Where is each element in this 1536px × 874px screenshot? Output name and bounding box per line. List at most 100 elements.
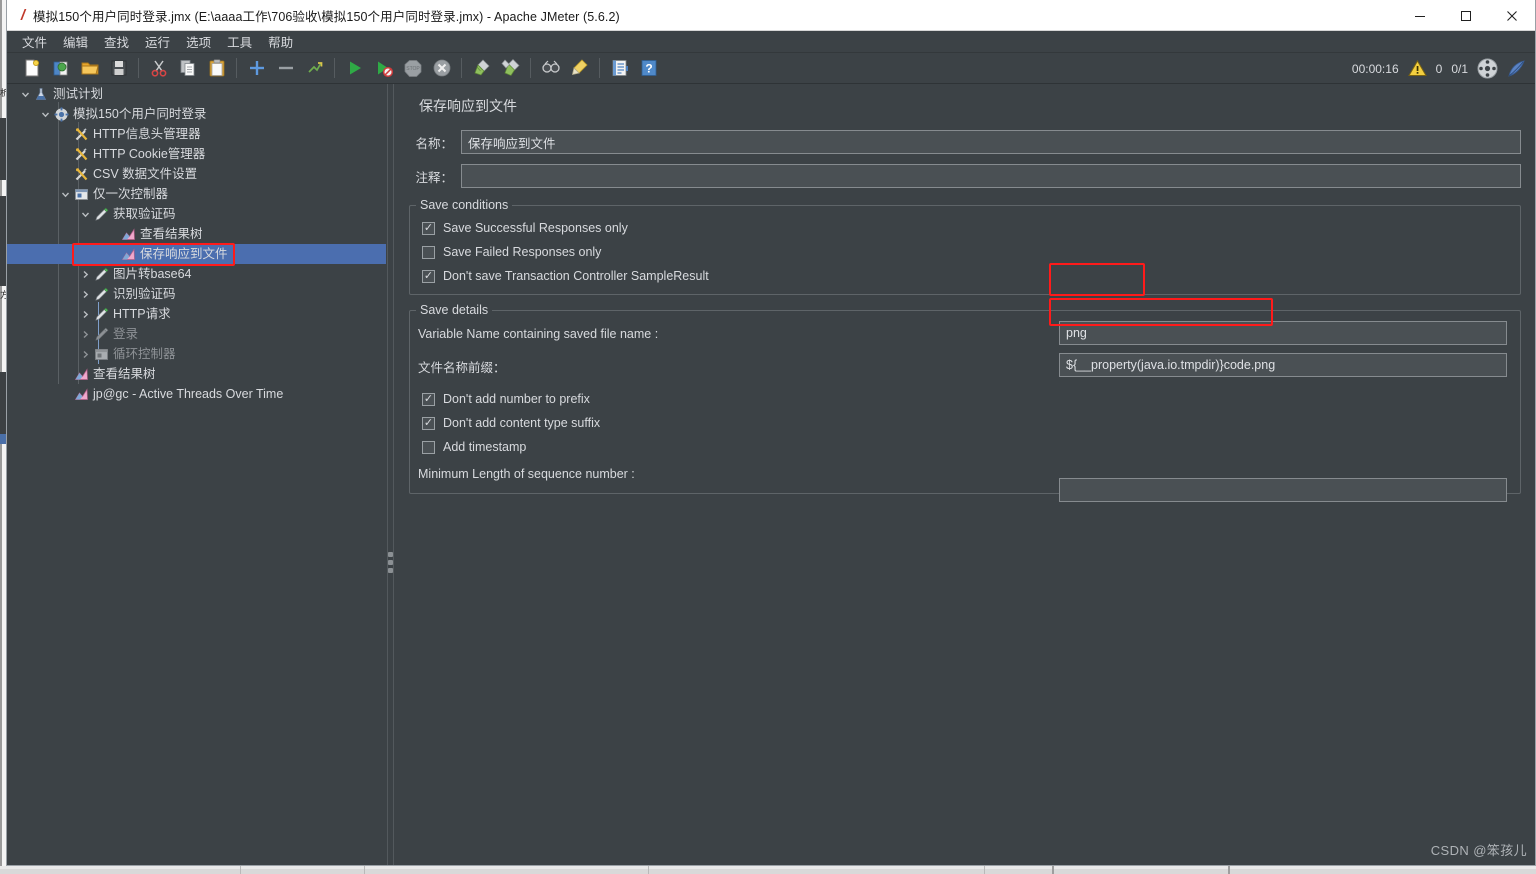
menu-run[interactable]: 运行 [138,30,177,53]
filename-prefix-input[interactable] [1059,353,1507,377]
add-timestamp-checkbox[interactable] [422,440,435,454]
save-icon[interactable] [104,55,133,81]
add-timestamp-row[interactable]: Add timestamp [410,435,1520,459]
min-length-input[interactable] [1059,478,1507,502]
tree-node-http-header-manager[interactable]: HTTP信息头管理器 [7,124,386,144]
dont-add-content-type-row[interactable]: Don't add content type suffix [410,411,1520,435]
split-divider-line-left [387,84,388,865]
chevron-down-icon[interactable] [39,108,52,121]
remote-engines-icon[interactable] [1477,58,1498,79]
stop-icon[interactable]: STOP [398,55,427,81]
split-divider-grip[interactable] [388,552,393,574]
start-no-timers-icon[interactable] [369,55,398,81]
csdn-watermark: CSDN @笨孩儿 [1430,843,1527,858]
name-label: 名称： [415,136,453,151]
dont-add-content-type-checkbox[interactable] [422,416,435,430]
menu-file[interactable]: 文件 [15,30,54,53]
paste-icon[interactable] [202,55,231,81]
page-title: 保存响应到文件 [419,98,517,114]
function-helper-icon[interactable] [605,55,634,81]
elapsed-time: 00:00:16 [1351,61,1399,76]
warning-triangle-icon[interactable] [1407,60,1427,77]
chevron-down-icon[interactable] [79,208,92,221]
tree-node-http-cookie-manager[interactable]: HTTP Cookie管理器 [7,144,386,164]
chevron-right-icon[interactable] [79,348,92,361]
toggle-icon[interactable] [300,55,329,81]
save-successful-responses-checkbox[interactable] [422,221,435,235]
jmeter-feather-small-icon[interactable] [1507,59,1527,78]
tree-node-once-only-controller[interactable]: 仅一次控制器 [7,184,386,204]
clear-all-icon[interactable] [496,55,525,81]
open-icon[interactable] [75,55,104,81]
chevron-right-icon[interactable] [79,328,92,341]
tree-node-label: 登录 [113,326,139,341]
menu-tools[interactable]: 工具 [220,30,259,53]
dont-add-number-checkbox[interactable] [422,392,435,406]
filename-prefix-field-wrap [1059,353,1507,377]
comment-label: 注释： [415,170,453,185]
shutdown-icon[interactable] [427,55,456,81]
tree-node-view-results-tree-2[interactable]: 查看结果树 [7,364,386,384]
comment-input[interactable] [461,164,1521,188]
dont-save-transaction-controller-label: Don't save Transaction Controller Sample… [443,269,709,283]
thread-group-icon [52,106,70,122]
chevron-down-icon[interactable] [59,188,72,201]
dont-save-transaction-controller-checkbox[interactable] [422,269,435,283]
templates-icon[interactable] [46,55,75,81]
filename-prefix-label: 文件名称前缀： [418,360,506,375]
tree-node-image-to-base64[interactable]: 图片转base64 [7,264,386,284]
chevron-right-icon[interactable] [79,308,92,321]
test-plan-tree[interactable]: 测试计划 模拟150个用户同时登录 HTTP信息头管理器 HTTP Cookie… [7,84,386,865]
save-successful-responses-row[interactable]: Save Successful Responses only [410,216,1520,240]
tree-node-save-responses-to-file[interactable]: 保存响应到文件 [7,244,386,264]
tree-node-active-threads-over-time[interactable]: jp@gc - Active Threads Over Time [7,384,386,404]
menu-search[interactable]: 查找 [97,30,136,53]
add-timestamp-label: Add timestamp [443,440,527,454]
save-failed-responses-row[interactable]: Save Failed Responses only [410,240,1520,264]
variable-name-field-wrap [1059,321,1507,345]
tree-node-view-results-tree-1[interactable]: 查看结果树 [7,224,386,244]
menu-edit[interactable]: 编辑 [56,30,95,53]
save-conditions-legend: Save conditions [420,198,509,212]
close-icon[interactable] [1489,0,1535,31]
test-plan-icon [32,86,50,102]
dont-add-number-row[interactable]: Don't add number to prefix [410,387,1520,411]
split-divider[interactable] [386,84,395,865]
expand-all-icon[interactable] [242,55,271,81]
save-failed-responses-checkbox[interactable] [422,245,435,259]
chevron-right-icon[interactable] [79,288,92,301]
tree-node-recognize-captcha[interactable]: 识别验证码 [7,284,386,304]
copy-icon[interactable] [173,55,202,81]
save-failed-responses-label: Save Failed Responses only [443,245,602,259]
name-input[interactable] [461,130,1521,154]
tree-node-http-request[interactable]: HTTP请求 [7,304,386,324]
cut-icon[interactable] [144,55,173,81]
dont-save-transaction-controller-row[interactable]: Don't save Transaction Controller Sample… [410,264,1520,288]
tree-node-thread-group[interactable]: 模拟150个用户同时登录 [7,104,386,124]
tree-node-login-disabled[interactable]: 登录 [7,324,386,344]
taskbar-shadow [0,869,1536,874]
tree-node-label: HTTP Cookie管理器 [93,146,206,161]
variable-name-input[interactable] [1059,321,1507,345]
menu-help[interactable]: 帮助 [261,30,300,53]
collapse-all-icon[interactable] [271,55,300,81]
save-details-group: Save details Variable Name containing sa… [409,303,1521,502]
start-icon[interactable] [340,55,369,81]
help-icon[interactable]: ? [634,55,663,81]
minimize-icon[interactable] [1397,0,1443,31]
tree-node-test-plan[interactable]: 测试计划 [7,84,386,104]
comment-row: 注释： [409,164,1521,188]
toolbar-status-area: 00:00:16 0 0/1 [1352,53,1527,84]
tree-node-csv-data-set[interactable]: CSV 数据文件设置 [7,164,386,184]
maximize-icon[interactable] [1443,0,1489,31]
tree-node-label: HTTP信息头管理器 [93,126,201,141]
tree-node-loop-controller-disabled[interactable]: 循环控制器 [7,344,386,364]
menu-options[interactable]: 选项 [179,30,218,53]
chevron-down-icon[interactable] [19,88,32,101]
clear-icon[interactable] [467,55,496,81]
chevron-right-icon[interactable] [79,268,92,281]
search-icon[interactable] [536,55,565,81]
new-icon[interactable] [17,55,46,81]
reset-search-icon[interactable] [565,55,594,81]
tree-node-get-captcha[interactable]: 获取验证码 [7,204,386,224]
